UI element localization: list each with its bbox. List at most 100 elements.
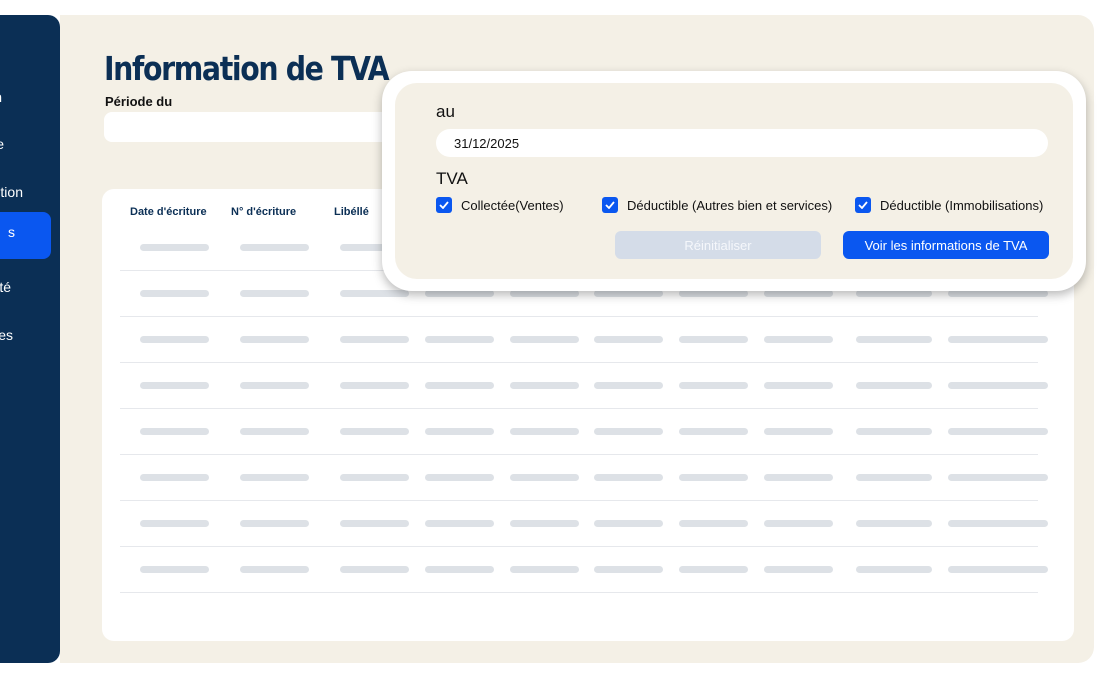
column-header-date[interactable]: Date d'écriture bbox=[130, 206, 207, 218]
check-icon[interactable] bbox=[602, 197, 618, 213]
show-tva-button[interactable]: Voir les informations de TVA bbox=[843, 231, 1049, 259]
checkbox-label: Déductible (Immobilisations) bbox=[880, 197, 1044, 213]
skeleton-cell bbox=[140, 520, 209, 527]
skeleton-cell bbox=[594, 474, 663, 481]
skeleton-cell bbox=[594, 520, 663, 527]
sidebar-item-1[interactable]: n bbox=[0, 86, 2, 108]
end-date-input[interactable] bbox=[436, 129, 1048, 157]
checkbox-label: Collectée(Ventes) bbox=[461, 197, 564, 213]
skeleton-cell bbox=[948, 428, 1048, 435]
sidebar-item-label: tion bbox=[0, 184, 23, 200]
table-row[interactable] bbox=[120, 408, 1048, 455]
column-header-label[interactable]: Libéllé bbox=[334, 206, 369, 218]
skeleton-cell bbox=[240, 520, 309, 527]
skeleton-cell bbox=[425, 382, 494, 389]
sidebar-item-2[interactable]: e bbox=[0, 133, 4, 155]
skeleton-cell bbox=[679, 336, 748, 343]
skeleton-cell bbox=[594, 382, 663, 389]
sidebar-item-label: s bbox=[8, 224, 15, 240]
check-icon[interactable] bbox=[855, 197, 871, 213]
skeleton-cell bbox=[679, 382, 748, 389]
checkbox-deductible-immobilisations[interactable]: Déductible (Immobilisations) bbox=[855, 196, 1043, 214]
skeleton-cell bbox=[948, 336, 1048, 343]
skeleton-cell bbox=[340, 336, 409, 343]
skeleton-cell bbox=[764, 566, 833, 573]
skeleton-cell bbox=[340, 382, 409, 389]
end-date-label: au bbox=[436, 102, 455, 121]
skeleton-cell bbox=[594, 290, 663, 297]
skeleton-cell bbox=[140, 382, 209, 389]
skeleton-cell bbox=[948, 520, 1048, 527]
skeleton-cell bbox=[594, 428, 663, 435]
sidebar-item-label: e bbox=[0, 136, 4, 152]
skeleton-cell bbox=[140, 290, 209, 297]
sidebar-item-4-active[interactable]: s bbox=[0, 212, 51, 259]
skeleton-cell bbox=[240, 566, 309, 573]
skeleton-cell bbox=[594, 336, 663, 343]
checkbox-label: Déductible (Autres bien et services) bbox=[627, 197, 833, 213]
skeleton-cell bbox=[856, 290, 932, 297]
table-row[interactable] bbox=[120, 362, 1048, 409]
sidebar-item-label: n bbox=[0, 86, 2, 108]
skeleton-cell bbox=[679, 520, 748, 527]
skeleton-cell bbox=[425, 474, 494, 481]
skeleton-cell bbox=[140, 428, 209, 435]
sidebar-item-6[interactable]: es bbox=[0, 324, 13, 346]
filter-popup: au TVA Collectée(Ventes) Déductible (Aut… bbox=[382, 71, 1086, 291]
skeleton-cell bbox=[764, 290, 833, 297]
skeleton-cell bbox=[594, 566, 663, 573]
skeleton-cell bbox=[764, 382, 833, 389]
column-header-number[interactable]: N° d'écriture bbox=[231, 206, 296, 218]
skeleton-cell bbox=[510, 520, 579, 527]
sidebar-item-label: té bbox=[0, 279, 11, 295]
table-row[interactable] bbox=[120, 454, 1048, 501]
skeleton-cell bbox=[140, 566, 209, 573]
skeleton-cell bbox=[425, 336, 494, 343]
tva-label: TVA bbox=[436, 169, 468, 188]
skeleton-cell bbox=[948, 474, 1048, 481]
table-row[interactable] bbox=[120, 500, 1048, 547]
skeleton-cell bbox=[856, 566, 932, 573]
checkbox-collectee[interactable]: Collectée(Ventes) bbox=[436, 196, 564, 214]
filter-popup-body: au TVA Collectée(Ventes) Déductible (Aut… bbox=[395, 83, 1073, 279]
skeleton-cell bbox=[510, 382, 579, 389]
table-row[interactable] bbox=[120, 546, 1048, 593]
sidebar-item-5[interactable]: té bbox=[0, 276, 11, 298]
skeleton-cell bbox=[340, 428, 409, 435]
period-start-input[interactable] bbox=[104, 112, 408, 142]
skeleton-cell bbox=[948, 290, 1048, 297]
skeleton-cell bbox=[240, 474, 309, 481]
check-icon[interactable] bbox=[436, 197, 452, 213]
sidebar: n e tion s té es bbox=[0, 15, 60, 663]
skeleton-cell bbox=[425, 290, 494, 297]
table-row[interactable] bbox=[120, 316, 1048, 363]
skeleton-cell bbox=[240, 244, 309, 251]
skeleton-cell bbox=[240, 336, 309, 343]
skeleton-cell bbox=[425, 428, 494, 435]
skeleton-cell bbox=[856, 520, 932, 527]
skeleton-cell bbox=[948, 382, 1048, 389]
skeleton-cell bbox=[240, 382, 309, 389]
skeleton-cell bbox=[679, 566, 748, 573]
skeleton-cell bbox=[340, 520, 409, 527]
checkbox-deductible-services[interactable]: Déductible (Autres bien et services) bbox=[602, 196, 832, 214]
skeleton-cell bbox=[340, 290, 409, 297]
skeleton-cell bbox=[764, 428, 833, 435]
skeleton-cell bbox=[510, 336, 579, 343]
skeleton-cell bbox=[764, 520, 833, 527]
skeleton-cell bbox=[679, 428, 748, 435]
skeleton-cell bbox=[140, 244, 209, 251]
period-label: Période du bbox=[105, 94, 173, 109]
skeleton-cell bbox=[240, 290, 309, 297]
skeleton-cell bbox=[679, 474, 748, 481]
skeleton-cell bbox=[856, 428, 932, 435]
skeleton-cell bbox=[425, 566, 494, 573]
skeleton-cell bbox=[856, 474, 932, 481]
skeleton-cell bbox=[510, 428, 579, 435]
skeleton-cell bbox=[948, 566, 1048, 573]
sidebar-item-3[interactable]: tion bbox=[0, 181, 23, 203]
skeleton-cell bbox=[510, 474, 579, 481]
sidebar-item-label: es bbox=[0, 327, 13, 343]
skeleton-cell bbox=[140, 336, 209, 343]
reset-button[interactable]: Réinitialiser bbox=[615, 231, 821, 259]
